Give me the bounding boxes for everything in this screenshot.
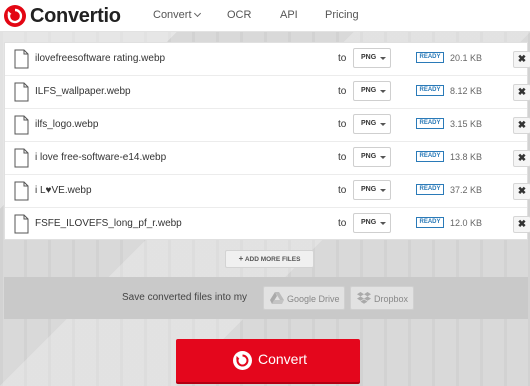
caret-down-icon bbox=[380, 189, 386, 192]
save-to-cloud-label: Save converted files into my bbox=[122, 292, 248, 303]
chevron-down-icon bbox=[193, 9, 201, 18]
caret-down-icon bbox=[380, 123, 386, 126]
file-name: ilfs_logo.webp bbox=[35, 119, 99, 130]
file-size: 8.12 KB bbox=[450, 86, 483, 96]
caret-down-icon bbox=[380, 57, 386, 60]
to-label: to bbox=[338, 185, 347, 196]
logo-text: Convertio bbox=[30, 4, 121, 27]
format-value: PNG bbox=[361, 219, 377, 226]
to-label: to bbox=[338, 119, 347, 130]
dropbox-icon bbox=[357, 292, 371, 304]
google-drive-icon bbox=[270, 292, 284, 304]
dropbox-button[interactable]: Dropbox bbox=[350, 286, 414, 310]
status-badge: READY bbox=[416, 184, 444, 195]
file-row: ilfs_logo.webp to PNG READY 3.15 KB ✖ bbox=[5, 109, 530, 142]
add-more-files-label: ADD MORE FILES bbox=[244, 256, 301, 263]
remove-file-button[interactable]: ✖ bbox=[513, 84, 530, 101]
google-drive-label: Google Drive bbox=[287, 294, 340, 304]
nav-convert[interactable]: Convert bbox=[153, 9, 201, 21]
file-icon bbox=[14, 181, 29, 201]
top-navigation-bar: Convertio Convert OCR API Pricing bbox=[0, 0, 530, 32]
plus-icon: + bbox=[238, 254, 244, 263]
dropbox-label: Dropbox bbox=[374, 294, 409, 304]
caret-down-icon bbox=[380, 156, 386, 159]
caret-down-icon bbox=[380, 222, 386, 225]
to-label: to bbox=[338, 86, 347, 97]
file-icon bbox=[14, 49, 29, 69]
file-row: ilovefreesoftware rating.webp to PNG REA… bbox=[5, 43, 530, 76]
format-select[interactable]: PNG bbox=[353, 147, 391, 167]
file-icon bbox=[14, 82, 29, 102]
file-row: FSFE_ILOVEFS_long_pf_r.webp to PNG READY… bbox=[5, 208, 530, 241]
format-value: PNG bbox=[361, 54, 377, 61]
status-badge: READY bbox=[416, 217, 444, 228]
file-name: i love free-software-e14.webp bbox=[35, 152, 167, 163]
file-icon bbox=[14, 148, 29, 168]
google-drive-button[interactable]: Google Drive bbox=[263, 286, 345, 310]
cloud-save-bar: Save converted files into my Google Driv… bbox=[4, 277, 528, 319]
nav-ocr[interactable]: OCR bbox=[227, 9, 251, 21]
format-value: PNG bbox=[361, 153, 377, 160]
to-label: to bbox=[338, 152, 347, 163]
format-select[interactable]: PNG bbox=[353, 81, 391, 101]
file-size: 12.0 KB bbox=[450, 218, 483, 228]
file-size: 37.2 KB bbox=[450, 185, 483, 195]
to-label: to bbox=[338, 53, 347, 64]
format-select[interactable]: PNG bbox=[353, 213, 391, 233]
file-icon bbox=[14, 115, 29, 135]
file-size: 13.8 KB bbox=[450, 152, 483, 162]
status-badge: READY bbox=[416, 118, 444, 129]
status-badge: READY bbox=[416, 85, 444, 96]
file-row: ILFS_wallpaper.webp to PNG READY 8.12 KB… bbox=[5, 76, 530, 109]
convert-icon bbox=[233, 351, 252, 370]
file-icon bbox=[14, 214, 29, 234]
convertio-logo-icon bbox=[4, 5, 26, 27]
to-label: to bbox=[338, 218, 347, 229]
file-size: 20.1 KB bbox=[450, 53, 483, 63]
file-row: i love free-software-e14.webp to PNG REA… bbox=[5, 142, 530, 175]
nav-pricing[interactable]: Pricing bbox=[325, 9, 359, 21]
file-name: ilovefreesoftware rating.webp bbox=[35, 53, 166, 64]
remove-file-button[interactable]: ✖ bbox=[513, 150, 530, 167]
format-select[interactable]: PNG bbox=[353, 114, 391, 134]
remove-file-button[interactable]: ✖ bbox=[513, 51, 530, 68]
format-select[interactable]: PNG bbox=[353, 48, 391, 68]
format-value: PNG bbox=[361, 87, 377, 94]
convertio-logo[interactable]: Convertio bbox=[4, 4, 121, 28]
format-value: PNG bbox=[361, 120, 377, 127]
file-row: i L♥VE.webp to PNG READY 37.2 KB ✖ bbox=[5, 175, 530, 208]
format-select[interactable]: PNG bbox=[353, 180, 391, 200]
nav-api[interactable]: API bbox=[280, 9, 298, 21]
file-size: 3.15 KB bbox=[450, 119, 483, 129]
nav-convert-label: Convert bbox=[153, 9, 192, 21]
remove-file-button[interactable]: ✖ bbox=[513, 216, 530, 233]
format-value: PNG bbox=[361, 186, 377, 193]
file-list-panel: ilovefreesoftware rating.webp to PNG REA… bbox=[4, 42, 530, 241]
convert-button[interactable]: Convert bbox=[176, 339, 360, 382]
file-name: ILFS_wallpaper.webp bbox=[35, 86, 131, 97]
caret-down-icon bbox=[380, 90, 386, 93]
file-name: FSFE_ILOVEFS_long_pf_r.webp bbox=[35, 218, 182, 229]
convert-label: Convert bbox=[258, 351, 308, 367]
add-more-files-button[interactable]: + ADD MORE FILES bbox=[225, 250, 314, 268]
status-badge: READY bbox=[416, 151, 444, 162]
remove-file-button[interactable]: ✖ bbox=[513, 183, 530, 200]
file-name: i L♥VE.webp bbox=[35, 185, 92, 196]
remove-file-button[interactable]: ✖ bbox=[513, 117, 530, 134]
status-badge: READY bbox=[416, 52, 444, 63]
